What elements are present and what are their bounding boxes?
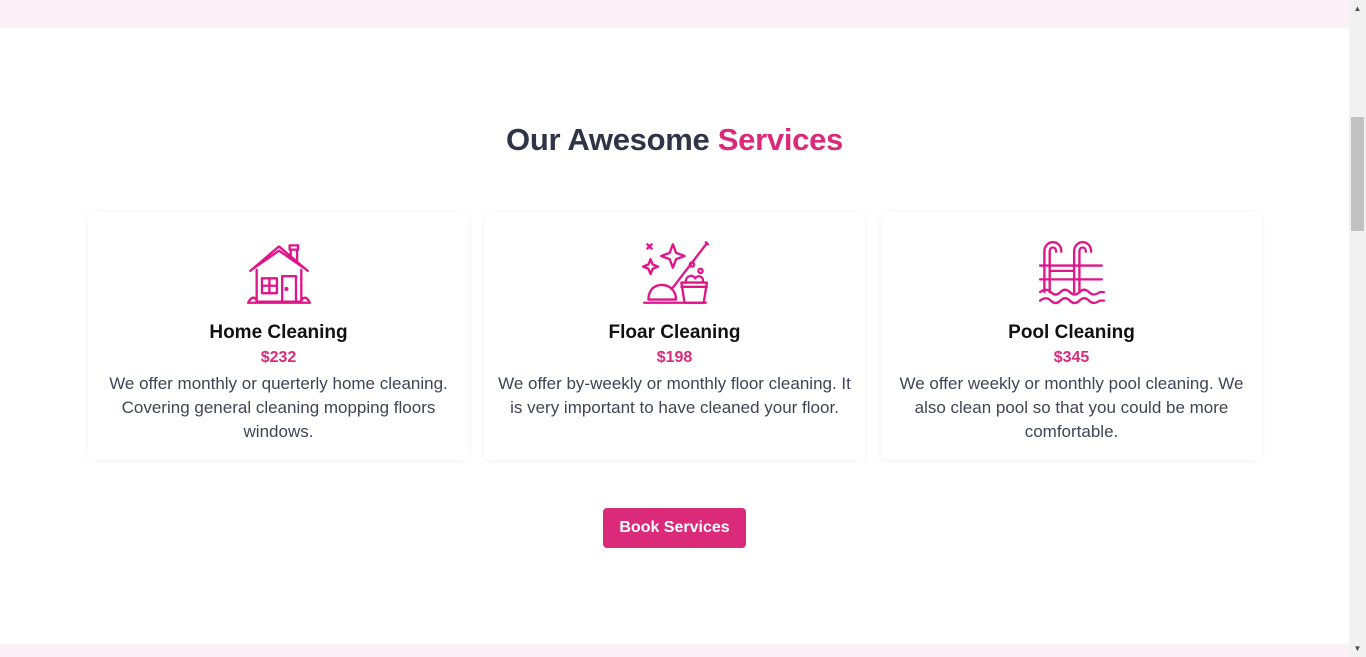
service-card-floor: Floar Cleaning $198 We offer by-weekly o… bbox=[484, 212, 865, 460]
service-description: We offer by-weekly or monthly floor clea… bbox=[498, 374, 851, 417]
service-name: Home Cleaning bbox=[209, 322, 348, 343]
pool-ladder-icon bbox=[1038, 239, 1106, 307]
scroll-down-arrow-icon[interactable]: ▼ bbox=[1349, 640, 1366, 657]
service-price: $232 bbox=[260, 349, 297, 366]
section-title-main: Our Awesome bbox=[506, 122, 710, 157]
book-services-button[interactable]: Book Services bbox=[603, 508, 746, 548]
service-card-home: Home Cleaning $232 We offer monthly or q… bbox=[88, 212, 469, 460]
house-icon bbox=[245, 239, 313, 307]
service-price: $345 bbox=[1053, 349, 1090, 366]
service-description: We offer monthly or querterly home clean… bbox=[109, 374, 448, 441]
top-section-band bbox=[0, 0, 1349, 28]
scrollbar-thumb[interactable] bbox=[1351, 117, 1364, 231]
section-title: Our Awesome Services bbox=[0, 122, 1349, 158]
service-name: Pool Cleaning bbox=[1008, 322, 1135, 343]
vertical-scrollbar[interactable]: ▲ ▼ bbox=[1349, 0, 1366, 657]
bottom-section-band bbox=[0, 644, 1349, 657]
mop-bucket-icon bbox=[641, 239, 709, 307]
service-description: We offer weekly or monthly pool cleaning… bbox=[899, 374, 1244, 441]
service-price: $198 bbox=[656, 349, 693, 366]
scroll-up-arrow-icon[interactable]: ▲ bbox=[1349, 0, 1366, 17]
service-name: Floar Cleaning bbox=[608, 322, 741, 343]
section-title-accent: Services bbox=[717, 122, 843, 157]
service-card-pool: Pool Cleaning $345 We offer weekly or mo… bbox=[881, 212, 1262, 460]
